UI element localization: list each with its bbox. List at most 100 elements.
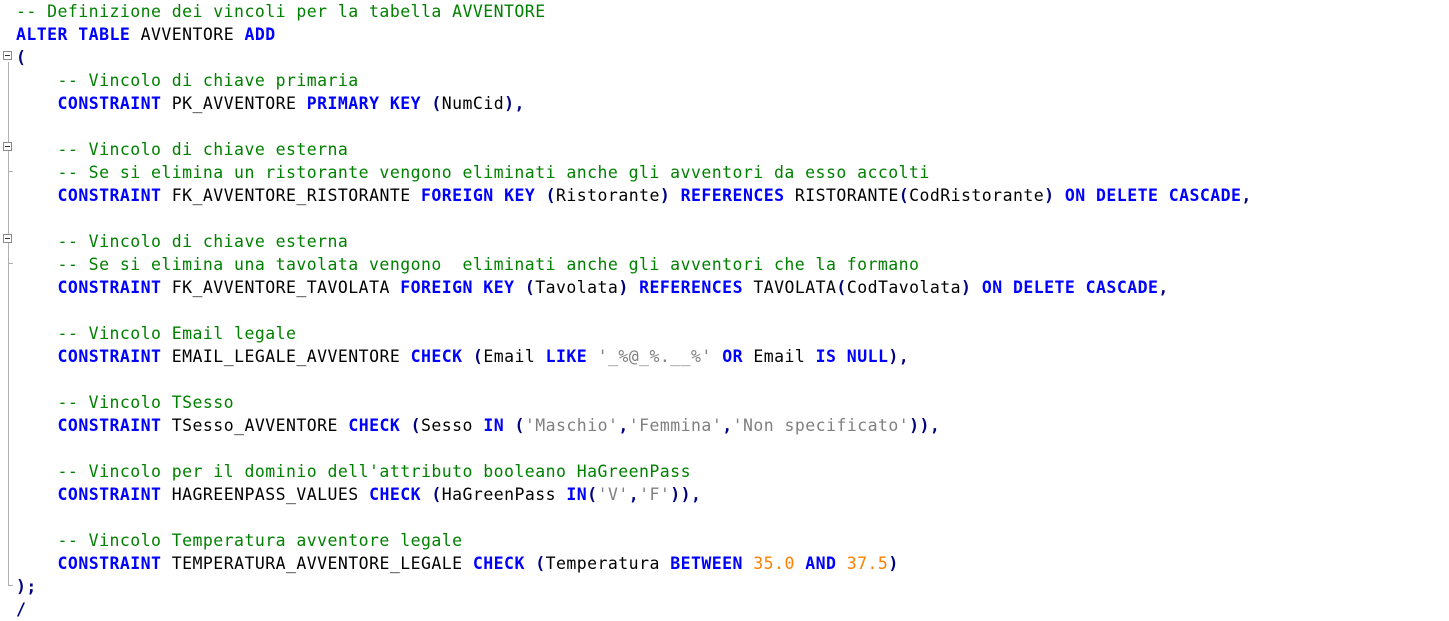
- code-line: CONSTRAINT HAGREENPASS_VALUES CHECK (HaG…: [16, 483, 1252, 506]
- fold-toggle-icon[interactable]: [3, 142, 12, 151]
- keyword-token: REFERENCES: [680, 186, 785, 205]
- code-line: -- Definizione dei vincoli per la tabell…: [16, 0, 1252, 23]
- number-literal: 35.0: [753, 554, 795, 573]
- identifier-token: [670, 186, 680, 205]
- keyword-token: OR: [722, 347, 743, 366]
- comment-token: -- Vincolo di chiave esterna: [16, 232, 349, 251]
- punctuation-token: ,: [1241, 186, 1252, 205]
- identifier-token: TEMPERATURA_AVVENTORE_LEGALE: [161, 554, 473, 573]
- identifier-token: [16, 554, 58, 573]
- keyword-token: CONSTRAINT: [57, 554, 162, 573]
- identifier-token: [16, 485, 58, 504]
- identifier-token: [629, 278, 639, 297]
- identifier-token: [16, 94, 58, 113]
- code-line: -- Vincolo Email legale: [16, 322, 1252, 345]
- identifier-token: [525, 554, 535, 573]
- string-literal: 'V': [597, 485, 629, 504]
- punctuation-token: ): [1044, 186, 1055, 205]
- comment-token: -- Vincolo Temperatura avventore legale: [16, 531, 463, 550]
- identifier-token: CodRistorante: [909, 186, 1045, 205]
- comment-token: -- Vincolo di chiave primaria: [16, 71, 359, 90]
- keyword-token: PRIMARY KEY: [306, 94, 421, 113]
- punctuation-token: (: [535, 554, 546, 573]
- comment-token: -- Vincolo TSesso: [16, 393, 235, 412]
- code-line: /: [16, 598, 1252, 621]
- identifier-token: Temperatura: [545, 554, 671, 573]
- identifier-token: [16, 416, 58, 435]
- keyword-token: CHECK: [369, 485, 421, 504]
- comment-token: -- Se si elimina una tavolata vengono el…: [16, 255, 920, 274]
- keyword-token: CONSTRAINT: [57, 186, 162, 205]
- punctuation-token: ),: [504, 94, 525, 113]
- string-literal: 'Femmina': [628, 416, 723, 435]
- keyword-token: CONSTRAINT: [57, 416, 162, 435]
- punctuation-token: (: [587, 485, 598, 504]
- identifier-token: [836, 554, 846, 573]
- punctuation-token: (: [545, 186, 557, 205]
- punctuation-token: (: [836, 278, 847, 297]
- identifier-token: [16, 347, 58, 366]
- keyword-token: FOREIGN KEY: [400, 278, 515, 297]
- sql-editor[interactable]: -- Definizione dei vincoli per la tabell…: [0, 0, 1449, 619]
- code-line: CONSTRAINT TEMPERATURA_AVVENTORE_LEGALE …: [16, 552, 1252, 575]
- code-line: -- Vincolo per il dominio dell'attributo…: [16, 460, 1252, 483]
- identifier-token: RISTORANTE: [784, 186, 899, 205]
- punctuation-token: /: [16, 600, 27, 619]
- fold-toggle-icon[interactable]: [3, 51, 12, 60]
- fold-end-marker: [8, 171, 13, 172]
- punctuation-token: ,: [1158, 278, 1169, 297]
- punctuation-token: );: [16, 577, 37, 596]
- identifier-token: AVVENTORE: [130, 25, 245, 44]
- identifier-token: Tavolata: [535, 278, 619, 297]
- code-line: -- Vincolo TSesso: [16, 391, 1252, 414]
- code-line: CONSTRAINT EMAIL_LEGALE_AVVENTORE CHECK …: [16, 345, 1252, 368]
- identifier-token: CodTavolata: [846, 278, 962, 297]
- punctuation-token: ,: [628, 485, 640, 504]
- code-area[interactable]: -- Definizione dei vincoli per la tabell…: [16, 0, 1252, 621]
- identifier-token: [1055, 186, 1065, 205]
- code-line: CONSTRAINT TSesso_AVVENTORE CHECK (Sesso…: [16, 414, 1252, 437]
- keyword-token: ALTER TABLE: [16, 25, 131, 44]
- keyword-token: CONSTRAINT: [57, 347, 162, 366]
- comment-token: -- Definizione dei vincoli per la tabell…: [16, 2, 546, 21]
- string-literal: '_%@_%.__%': [597, 347, 712, 366]
- identifier-token: [795, 554, 805, 573]
- keyword-token: AND: [805, 554, 837, 573]
- code-line: -- Vincolo di chiave primaria: [16, 69, 1252, 92]
- identifier-token: [16, 186, 58, 205]
- keyword-token: FOREIGN KEY: [421, 186, 536, 205]
- identifier-token: [743, 554, 753, 573]
- keyword-token: REFERENCES: [639, 278, 743, 297]
- identifier-token: FK_AVVENTORE_TAVOLATA: [161, 278, 401, 297]
- code-line: -- Vincolo Temperatura avventore legale: [16, 529, 1252, 552]
- string-literal: 'F': [639, 485, 671, 504]
- code-line: CONSTRAINT FK_AVVENTORE_RISTORANTE FOREI…: [16, 184, 1252, 207]
- code-line: -- Se si elimina un ristorante vengono e…: [16, 161, 1252, 184]
- identifier-token: TAVOLATA: [742, 278, 837, 297]
- keyword-token: CONSTRAINT: [57, 485, 162, 504]
- fold-end-marker: [8, 585, 13, 586]
- identifier-token: Email: [742, 347, 816, 366]
- keyword-token: IN: [483, 416, 505, 435]
- fold-toggle-icon[interactable]: [3, 234, 12, 243]
- identifier-token: [421, 94, 431, 113]
- punctuation-token: (: [524, 278, 536, 297]
- identifier-token: Email: [483, 347, 546, 366]
- keyword-token: ON DELETE CASCADE: [981, 278, 1159, 297]
- identifier-token: TSesso_AVVENTORE: [161, 416, 349, 435]
- identifier-token: [587, 347, 597, 366]
- identifier-token: EMAIL_LEGALE_AVVENTORE: [161, 347, 411, 366]
- code-line: -- Se si elimina una tavolata vengono el…: [16, 253, 1252, 276]
- comment-token: -- Vincolo per il dominio dell'attributo…: [16, 462, 691, 481]
- identifier-token: FK_AVVENTORE_RISTORANTE: [161, 186, 421, 205]
- keyword-token: CHECK: [348, 416, 401, 435]
- identifier-token: HaGreenPass: [441, 485, 567, 504]
- keyword-token: ON DELETE CASCADE: [1064, 186, 1242, 205]
- keyword-token: IN: [566, 485, 588, 504]
